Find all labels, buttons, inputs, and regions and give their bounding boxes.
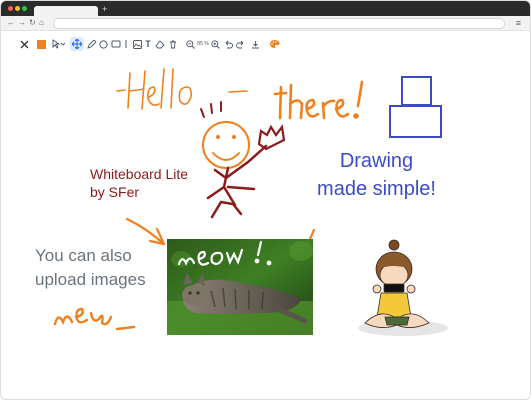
blue-rectangles-drawing <box>389 76 442 138</box>
upload-images-text: You can also upload images <box>35 244 146 292</box>
gray-line-1: You can also <box>35 246 132 265</box>
whiteboard-title-text: Whiteboard Lite by SFer <box>90 165 188 201</box>
there-handwriting <box>273 80 364 120</box>
blue-line-2: made simple! <box>317 178 436 200</box>
gray-line-2: upload images <box>35 270 146 289</box>
title-line-1: Whiteboard Lite <box>90 166 189 182</box>
hello-handwriting <box>116 68 248 110</box>
browser-window: + ← → ↻ ⌂ ≡ T 85 % Whiteboard Lite by SF… <box>0 0 531 400</box>
canvas-drawings <box>53 68 448 336</box>
stick-figure-drawing <box>200 101 286 219</box>
girl-gaming-illustration <box>358 239 448 336</box>
drawing-made-simple-text: Drawing made simple! <box>304 147 449 203</box>
title-line-2: by SFer <box>90 184 140 200</box>
blue-line-1: Drawing <box>339 150 414 172</box>
meow-bottom-handwriting <box>53 307 136 331</box>
